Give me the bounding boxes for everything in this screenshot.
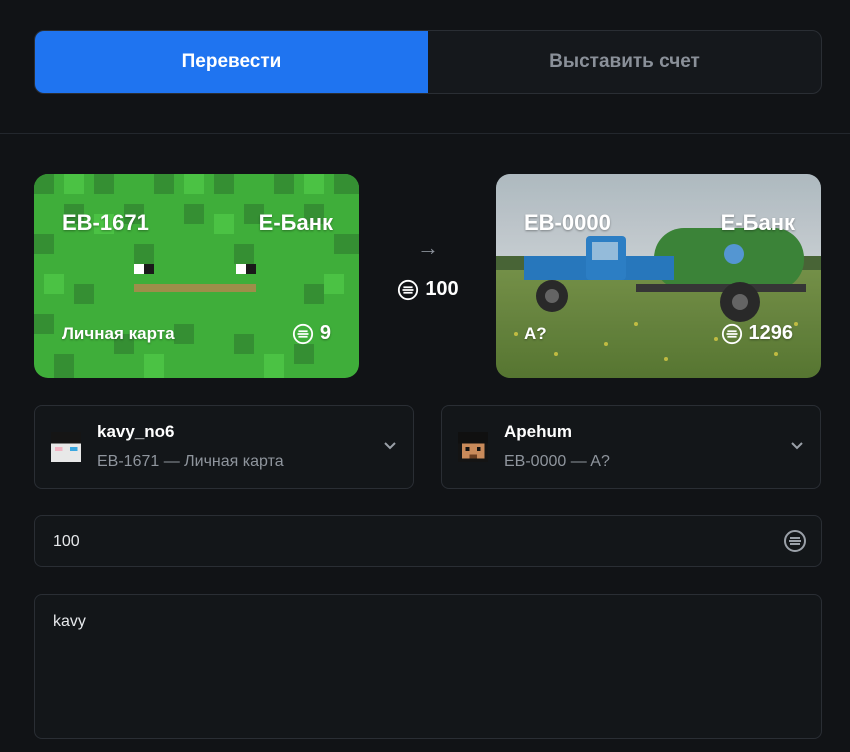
destination-account-name: Apehum — [504, 422, 572, 441]
card-background-pixel-art — [34, 174, 359, 378]
amount-input[interactable] — [51, 516, 755, 568]
transfer-amount: 100 — [380, 278, 476, 301]
avatar — [51, 432, 81, 462]
destination-card-label: A? — [524, 324, 547, 343]
source-account-name: kavy_no6 — [97, 422, 175, 441]
card-background-truck-photo — [496, 174, 821, 378]
divider — [0, 133, 850, 134]
source-card-number: EB-1671 — [62, 210, 149, 235]
tab-invoice[interactable]: Выставить счет — [428, 31, 821, 93]
amount-field — [34, 515, 822, 568]
tab-transfer[interactable]: Перевести — [35, 31, 428, 93]
source-card-balance-value: 9 — [319, 322, 331, 344]
destination-card-number: EB-0000 — [524, 210, 611, 235]
coin-icon — [721, 323, 742, 344]
coin-icon — [398, 279, 419, 300]
source-card-label: Личная карта — [62, 324, 175, 343]
transfer-indicator: → 100 — [380, 230, 476, 301]
coin-icon — [784, 530, 806, 552]
source-card-bank: Е-Банк — [258, 210, 333, 235]
arrow-right-icon: → — [417, 235, 439, 260]
source-card: EB-1671 Е-Банк Личная карта 9 — [34, 174, 359, 378]
source-account-details: EB-1671 — Личная карта — [97, 453, 284, 470]
transfer-amount-value: 100 — [425, 278, 459, 300]
destination-card-balance-value: 1296 — [748, 322, 794, 344]
destination-card: EB-0000 Е-Банк A? 1296 — [496, 174, 821, 378]
avatar — [458, 432, 488, 462]
chevron-down-icon — [791, 442, 803, 450]
destination-account-select[interactable]: Apehum EB-0000 — A? — [441, 405, 821, 489]
destination-card-bank: Е-Банк — [720, 210, 795, 235]
source-account-select[interactable]: kavy_no6 EB-1671 — Личная карта — [34, 405, 414, 489]
chevron-down-icon — [384, 442, 396, 450]
comment-field: kavy — [34, 594, 822, 739]
destination-account-details: EB-0000 — A? — [504, 453, 610, 470]
destination-card-balance: 1296 — [721, 322, 794, 345]
coin-icon — [292, 323, 313, 344]
mode-tabs: Перевести Выставить счет — [34, 30, 822, 94]
source-card-balance: 9 — [292, 322, 331, 345]
comment-textarea[interactable]: kavy — [51, 611, 805, 725]
